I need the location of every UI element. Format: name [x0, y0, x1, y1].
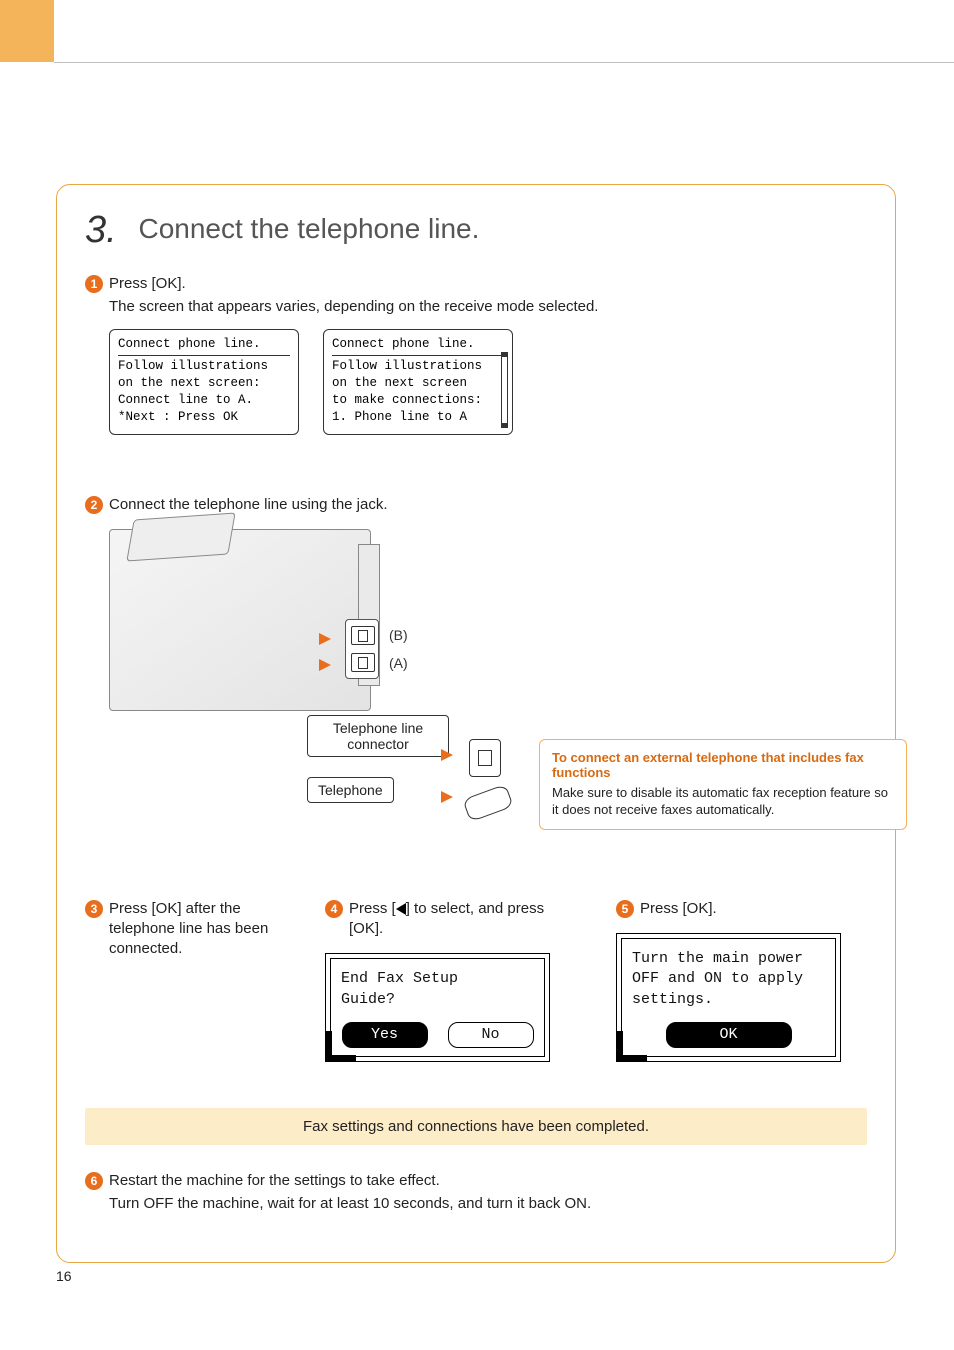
step4-text: Press [] to select, and press [OK].: [349, 899, 576, 940]
tip-title: To connect an external telephone that in…: [552, 750, 894, 780]
section-title: 3. Connect the telephone line.: [85, 209, 867, 252]
label-a: (A): [389, 655, 408, 671]
arrow-icon: [319, 633, 331, 645]
lcd4-l2: Guide?: [341, 990, 534, 1010]
lcd-b-l3: to make connections:: [332, 392, 504, 409]
step-badge-3: 3: [85, 900, 103, 918]
wall-jack-icon: [469, 739, 501, 777]
step2-text: Connect the telephone line using the jac…: [109, 495, 388, 515]
step5-text: Press [OK].: [640, 899, 717, 919]
step1-text: Press [OK].: [109, 274, 186, 294]
lcd-power-cycle: Turn the main power OFF and ON to apply …: [616, 933, 841, 1062]
tip-box: To connect an external telephone that in…: [539, 739, 907, 830]
lcd5-l1: Turn the main power: [632, 949, 825, 969]
yes-button[interactable]: Yes: [342, 1022, 428, 1048]
step-badge-6: 6: [85, 1172, 103, 1190]
step6-text: Restart the machine for the settings to …: [109, 1171, 440, 1191]
divider: [54, 62, 954, 63]
arrow-icon: [319, 659, 331, 671]
printer-illustration: [109, 529, 371, 711]
left-arrow-icon: [396, 903, 406, 915]
step-badge-2: 2: [85, 496, 103, 514]
lcd-b-l4: 1. Phone line to A: [332, 409, 504, 426]
handset-icon: [462, 784, 513, 822]
lcd-a-l3: Connect line to A.: [118, 392, 290, 409]
step3-text: Press [OK] after the telephone line has …: [109, 899, 285, 960]
lcd-a-l1: Follow illustrations: [118, 358, 290, 375]
step1-note: The screen that appears varies, dependin…: [109, 298, 867, 315]
callout-connector: Telephone line connector: [307, 715, 449, 757]
callout-telephone: Telephone: [307, 777, 394, 803]
lcd-a-header: Connect phone line.: [118, 336, 290, 356]
arrow-icon: [441, 791, 453, 803]
lcd-screen-a: Connect phone line. Follow illustrations…: [109, 329, 299, 434]
scroll-indicator: [501, 352, 508, 427]
content-panel: 3. Connect the telephone line. 1 Press […: [56, 184, 896, 1263]
lcd-b-l2: on the next screen: [332, 375, 504, 392]
lcd-end-setup: End Fax Setup Guide? Yes No: [325, 953, 550, 1062]
ok-button[interactable]: OK: [666, 1022, 792, 1048]
lcd5-l3: settings.: [632, 990, 825, 1010]
connection-diagram: (B) (A) Telephone line connector Telepho…: [109, 529, 867, 849]
label-b: (B): [389, 627, 408, 643]
jack-b: [351, 626, 375, 645]
section-title-text: Connect the telephone line.: [138, 213, 479, 244]
side-tab: [0, 0, 54, 62]
page-number: 16: [56, 1268, 72, 1284]
lcd4-l1: End Fax Setup: [341, 969, 534, 989]
lcd-b-header: Connect phone line.: [332, 336, 504, 356]
arrow-icon: [441, 749, 453, 761]
jack-panel: [345, 619, 379, 679]
step6-note: Turn OFF the machine, wait for at least …: [109, 1195, 867, 1212]
lcd5-l2: OFF and ON to apply: [632, 969, 825, 989]
completion-bar: Fax settings and connections have been c…: [85, 1108, 867, 1145]
lcd-screen-b: Connect phone line. Follow illustrations…: [323, 329, 513, 434]
step-badge-1: 1: [85, 275, 103, 293]
lcd-b-l1: Follow illustrations: [332, 358, 504, 375]
lcd-a-l2: on the next screen:: [118, 375, 290, 392]
step-badge-5: 5: [616, 900, 634, 918]
step-badge-4: 4: [325, 900, 343, 918]
lcd-a-l4: *Next : Press OK: [118, 409, 290, 426]
step4-pre: Press [: [349, 900, 396, 917]
manual-page: { "section": { "number": "3.", "title": …: [0, 0, 954, 1350]
jack-a: [351, 653, 375, 672]
no-button[interactable]: No: [448, 1022, 534, 1048]
section-number: 3.: [85, 209, 117, 252]
tip-body: Make sure to disable its automatic fax r…: [552, 784, 894, 819]
